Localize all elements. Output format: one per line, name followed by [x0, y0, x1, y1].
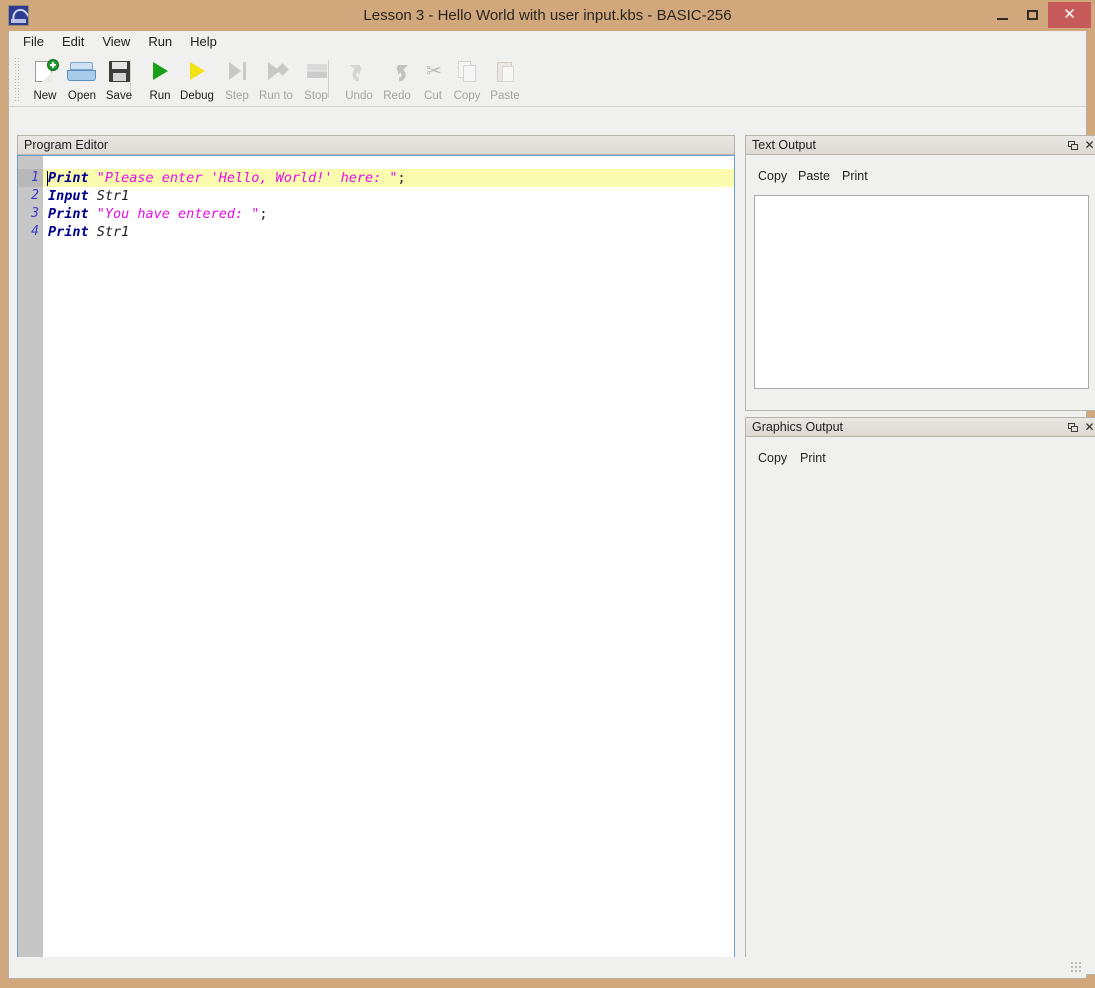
graphics-output-copy-link[interactable]: Copy [758, 449, 787, 467]
toolbar-button-label: Debug [175, 90, 219, 102]
code-keyword: Print [48, 170, 89, 186]
toolbar-drag-grip[interactable] [14, 57, 19, 101]
code-top-pad [43, 156, 734, 169]
close-panel-icon: ✕ [1082, 420, 1095, 435]
toolbar-button-label: Run to [254, 90, 298, 102]
program-editor-title-bar: Program Editor [17, 135, 735, 155]
text-output-title-bar: Text Output ✕ [745, 135, 1095, 155]
menu-edit[interactable]: Edit [54, 31, 92, 52]
text-output-float-button[interactable] [1065, 138, 1080, 153]
menu-bar: FileEditViewRunHelp [9, 31, 1086, 52]
stop-button: Stop [294, 55, 338, 104]
menu-view[interactable]: View [94, 31, 138, 52]
menu-file[interactable]: File [15, 31, 52, 52]
graphics-output-float-button[interactable] [1065, 420, 1080, 435]
line-number-gutter: 1234 [18, 156, 43, 974]
code-line[interactable]: Print Str1 [43, 223, 734, 241]
graphics-output-close-button[interactable]: ✕ [1082, 420, 1095, 435]
code-keyword: Input [48, 188, 89, 204]
graphics-output-panel: Copy Print [745, 437, 1095, 975]
menu-help[interactable]: Help [182, 31, 225, 52]
line-number: 1 [18, 169, 43, 187]
step-over-icon [215, 57, 259, 87]
stop-icon [294, 57, 338, 87]
run-to-icon [254, 57, 298, 87]
toolbar-button-label: Stop [294, 90, 338, 102]
text-output-title: Text Output [752, 136, 816, 155]
code-string: "Please enter 'Hello, World!' here: " [97, 170, 398, 186]
text-output-box[interactable] [754, 195, 1089, 389]
graphics-output-print-link[interactable]: Print [800, 449, 826, 467]
title-bar: Lesson 3 - Hello World with user input.k… [0, 0, 1095, 31]
bottom-clipped-text [0, 983, 1095, 988]
code-identifier: Str1 [97, 188, 130, 204]
toolbar: NewOpenSaveRunDebugStepRun toStopUndoRed… [9, 52, 1086, 107]
code-keyword: Print [48, 206, 89, 222]
code-string: "You have entered: " [97, 206, 260, 222]
close-icon: ✕ [1048, 2, 1091, 28]
code-area[interactable]: Print "Please enter 'Hello, World!' here… [43, 156, 734, 974]
toolbar-button-label: Paste [483, 90, 527, 102]
window-title: Lesson 3 - Hello World with user input.k… [0, 0, 1095, 31]
save-button[interactable]: Save [97, 55, 141, 104]
code-identifier: Str1 [97, 224, 130, 240]
debug-button[interactable]: Debug [175, 55, 219, 104]
code-line[interactable]: Print "You have entered: "; [43, 205, 734, 223]
paste-button: Paste [483, 55, 527, 104]
close-panel-icon: ✕ [1082, 138, 1095, 153]
line-number: 3 [18, 205, 43, 223]
float-panel-icon [1068, 141, 1075, 147]
run-to-button: Run to [254, 55, 298, 104]
toolbar-button-label: Save [97, 90, 141, 102]
text-output-paste-link[interactable]: Paste [798, 167, 830, 185]
code-line[interactable]: Print "Please enter 'Hello, World!' here… [43, 169, 734, 187]
program-editor-title: Program Editor [24, 136, 108, 155]
code-punctuation: ; [398, 170, 406, 186]
graphics-output-canvas[interactable] [754, 477, 1087, 966]
maximize-button[interactable] [1018, 2, 1048, 28]
status-bar [9, 957, 1086, 977]
graphics-output-title-bar: Graphics Output ✕ [745, 417, 1095, 437]
client-area: FileEditViewRunHelp NewOpenSaveRunDebugS… [8, 31, 1087, 979]
text-output-close-button[interactable]: ✕ [1082, 138, 1095, 153]
minimize-button[interactable] [988, 2, 1018, 28]
text-output-copy-link[interactable]: Copy [758, 167, 787, 185]
program-editor[interactable]: 1234 Print "Please enter 'Hello, World!'… [17, 155, 735, 975]
float-panel-icon [1068, 423, 1075, 429]
line-number: 4 [18, 223, 43, 241]
close-button[interactable]: ✕ [1048, 2, 1091, 28]
line-number: 2 [18, 187, 43, 205]
gutter-top-pad [18, 156, 43, 169]
text-output-panel: Copy Paste Print [745, 155, 1095, 411]
code-keyword: Print [48, 224, 89, 240]
step-button: Step [215, 55, 259, 104]
text-caret [47, 171, 48, 186]
floppy-disk-icon [97, 57, 141, 87]
graphics-output-title: Graphics Output [752, 418, 843, 437]
application-window: Lesson 3 - Hello World with user input.k… [0, 0, 1095, 988]
clipboard-icon [483, 57, 527, 87]
code-line[interactable]: Input Str1 [43, 187, 734, 205]
toolbar-button-label: Step [215, 90, 259, 102]
code-punctuation: ; [259, 206, 267, 222]
menu-run[interactable]: Run [140, 31, 180, 52]
text-output-print-link[interactable]: Print [842, 167, 868, 185]
resize-grip[interactable] [1070, 961, 1083, 974]
play-yellow-icon [175, 57, 219, 87]
